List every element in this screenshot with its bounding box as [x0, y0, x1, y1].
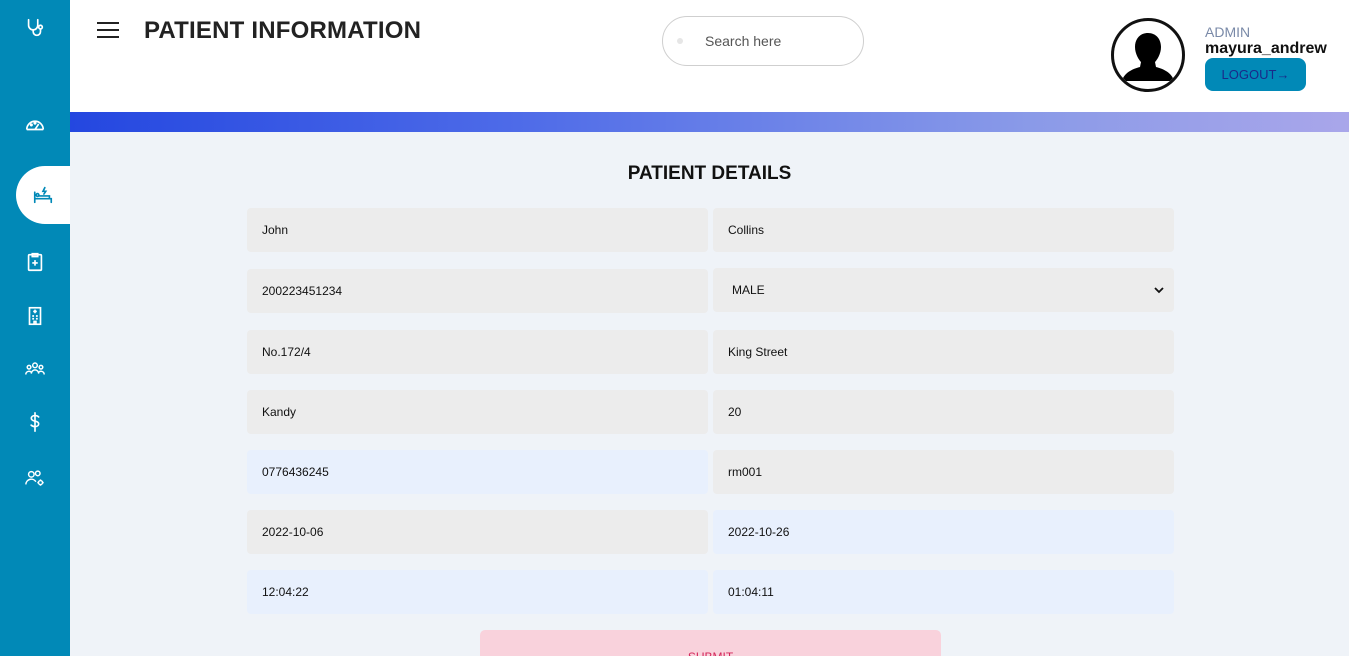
user-role: ADMIN: [1205, 24, 1251, 40]
discharge-time-field[interactable]: 01:04:11: [713, 570, 1174, 614]
admit-date-field[interactable]: 2022-10-06: [247, 510, 708, 554]
dashboard-icon[interactable]: [0, 104, 70, 144]
submit-button[interactable]: SUBMIT: [480, 630, 941, 656]
patient-bed-icon[interactable]: [16, 166, 70, 224]
room-field[interactable]: rm001: [713, 450, 1174, 494]
username: mayura_andrew: [1205, 40, 1327, 57]
avatar: [1111, 18, 1185, 92]
chevron-down-icon: [1154, 287, 1164, 294]
address-number-field[interactable]: No.172/4: [247, 330, 708, 374]
last-name-field[interactable]: Collins: [713, 208, 1174, 252]
page-title: PATIENT INFORMATION: [144, 17, 422, 44]
city-field[interactable]: Kandy: [247, 390, 708, 434]
nic-field[interactable]: 200223451234: [247, 269, 708, 313]
clipboard-plus-icon[interactable]: [0, 242, 70, 282]
stethoscope-icon[interactable]: [0, 8, 70, 48]
gender-select[interactable]: MALE: [713, 268, 1174, 312]
staff-group-icon[interactable]: [0, 349, 70, 389]
header-gradient-band: [70, 112, 1349, 132]
search-icon: [677, 38, 683, 44]
user-settings-icon[interactable]: [0, 458, 70, 498]
menu-toggle-icon[interactable]: [97, 22, 119, 40]
admit-time-field[interactable]: 12:04:22: [247, 570, 708, 614]
sidebar: [0, 0, 70, 656]
gender-select-value: MALE: [732, 283, 765, 297]
phone-field[interactable]: 0776436245: [247, 450, 708, 494]
logout-button[interactable]: LOGOUT→: [1205, 58, 1306, 91]
hospital-building-icon[interactable]: [0, 296, 70, 336]
search-box[interactable]: [662, 16, 864, 66]
first-name-field[interactable]: John: [247, 208, 708, 252]
top-header: PATIENT INFORMATION ADMIN mayura_andrew …: [70, 0, 1349, 112]
form-title: PATIENT DETAILS: [627, 163, 792, 184]
street-field[interactable]: King Street: [713, 330, 1174, 374]
search-input[interactable]: [705, 33, 835, 49]
discharge-date-field[interactable]: 2022-10-26: [713, 510, 1174, 554]
age-field[interactable]: 20: [713, 390, 1174, 434]
dollar-icon[interactable]: [0, 402, 70, 442]
